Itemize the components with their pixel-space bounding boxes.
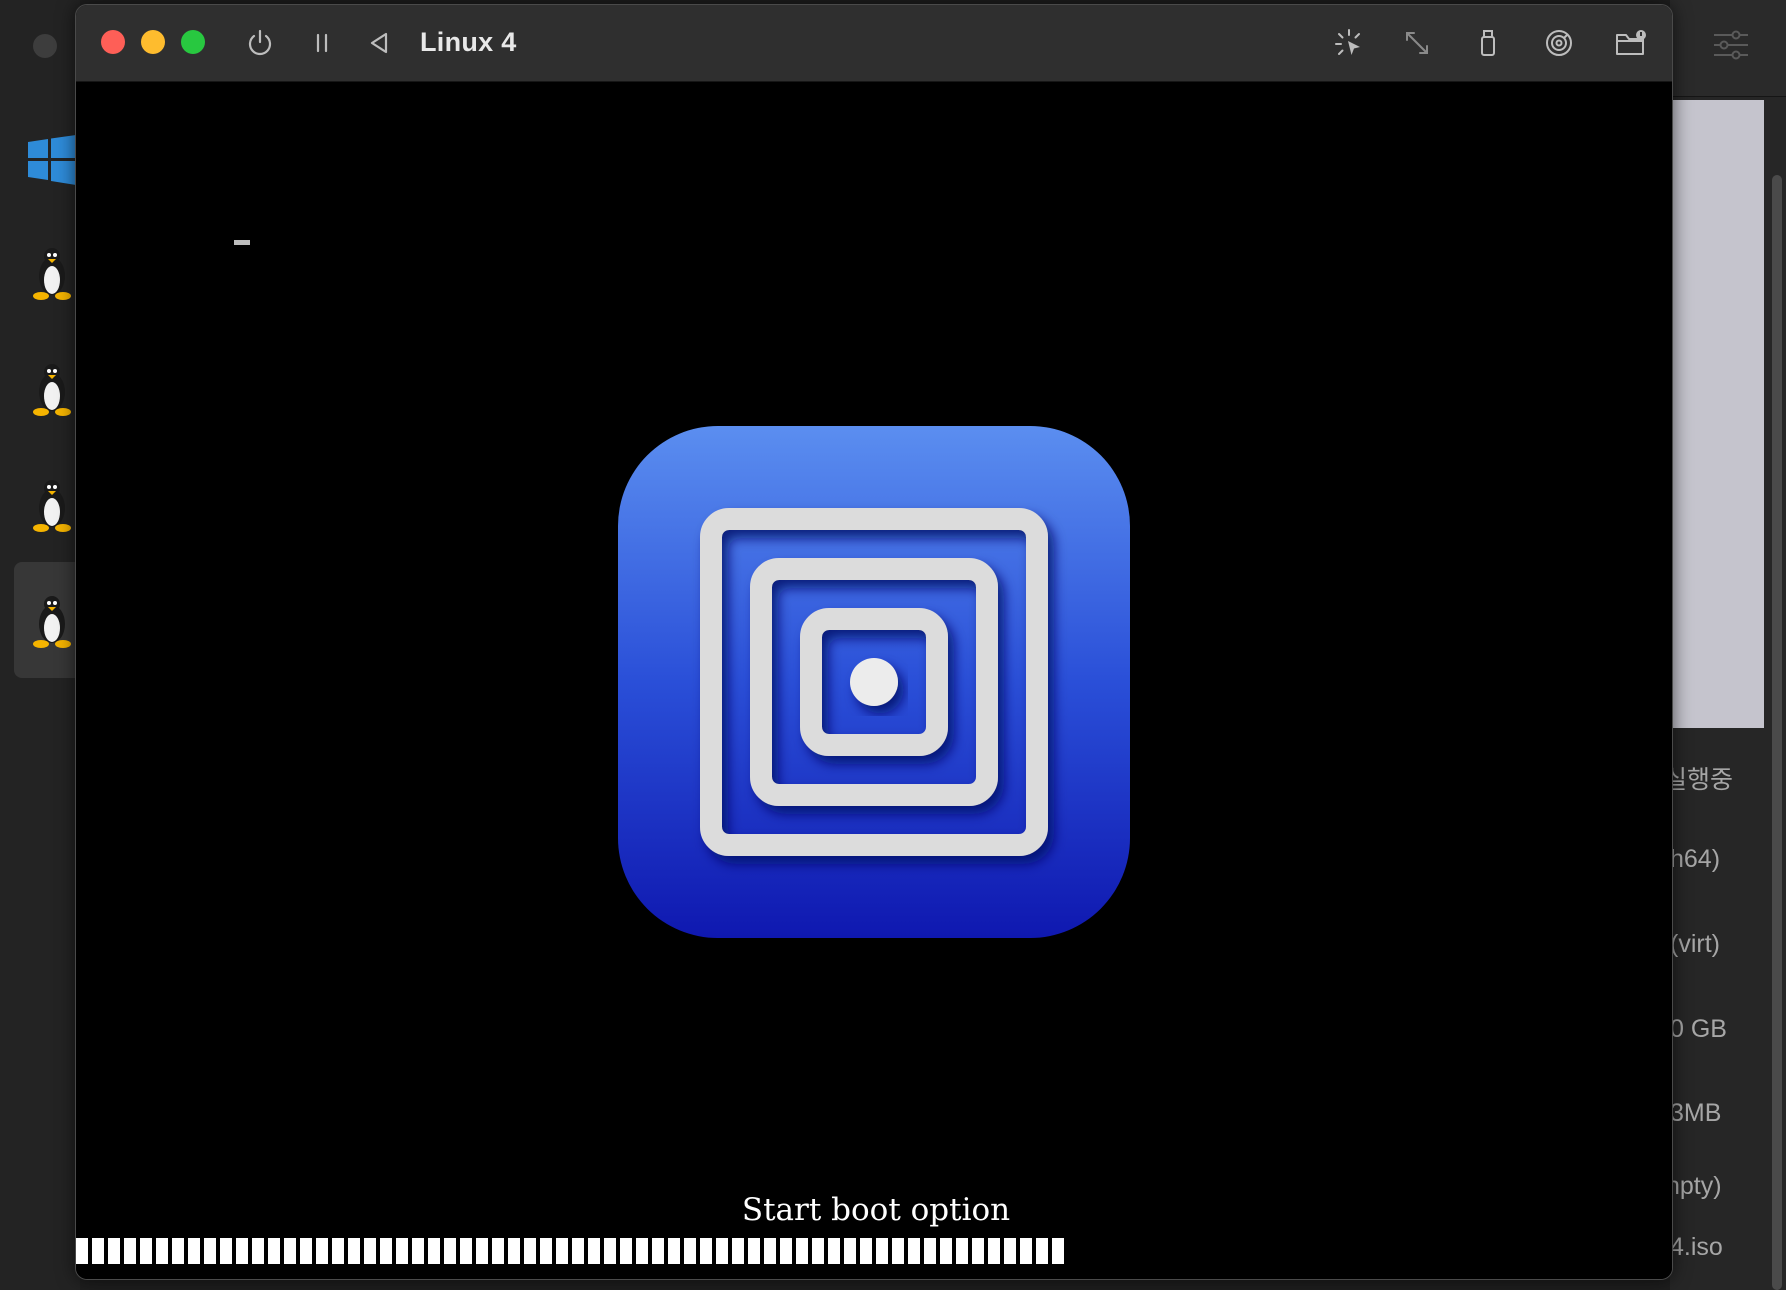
window-titlebar: Linux 4 [76, 5, 1672, 82]
capture-input-icon[interactable] [1333, 27, 1365, 59]
architecture-value: h64) [1670, 845, 1721, 873]
boot-progress-bar [76, 1238, 1132, 1264]
status-value: 실행중 [1664, 766, 1734, 794]
pause-icon[interactable] [306, 27, 338, 59]
usb-icon[interactable] [1472, 27, 1504, 59]
boot-status-text: Start boot option [741, 1192, 1011, 1228]
linux-penguin-icon[interactable] [28, 242, 76, 302]
machine-value: (virt) [1670, 930, 1720, 958]
details-toolbar [1670, 0, 1786, 97]
utm-logo [618, 426, 1130, 938]
size-value: 3MB [1670, 1099, 1722, 1127]
vm-library-sidebar [0, 0, 84, 1290]
sidebar-toggle-button[interactable] [33, 34, 57, 58]
window-zoom-button[interactable] [181, 30, 205, 54]
linux-penguin-icon[interactable] [28, 358, 76, 418]
vm-details-panel: 실행중 h64) (virt) 0 GB 3MB npty) 4.iso [1664, 0, 1786, 1290]
back-icon[interactable] [364, 27, 396, 59]
window-close-button[interactable] [101, 30, 125, 54]
shared-folder-icon[interactable] [1614, 27, 1646, 59]
window-minimize-button[interactable] [141, 30, 165, 54]
text-cursor [234, 240, 250, 245]
memory-value: 0 GB [1670, 1015, 1727, 1043]
linux-penguin-icon[interactable] [28, 590, 76, 650]
boot-progress-fill [76, 1238, 1065, 1264]
linux-penguin-icon[interactable] [28, 474, 76, 534]
window-title: Linux 4 [420, 27, 517, 57]
resize-icon[interactable] [1401, 27, 1433, 59]
cd-dvd-value: npty) [1666, 1172, 1722, 1200]
windows-logo-icon[interactable] [28, 130, 76, 190]
sliders-settings-icon[interactable] [1714, 30, 1748, 60]
vm-screen[interactable]: Start boot option [76, 82, 1672, 1279]
vm-display-window: Linux 4 Start boot option [75, 4, 1673, 1280]
iso-value: 4.iso [1670, 1233, 1723, 1261]
disk-icon[interactable] [1543, 27, 1575, 59]
power-icon[interactable] [244, 27, 276, 59]
vm-preview-thumbnail [1670, 100, 1764, 728]
